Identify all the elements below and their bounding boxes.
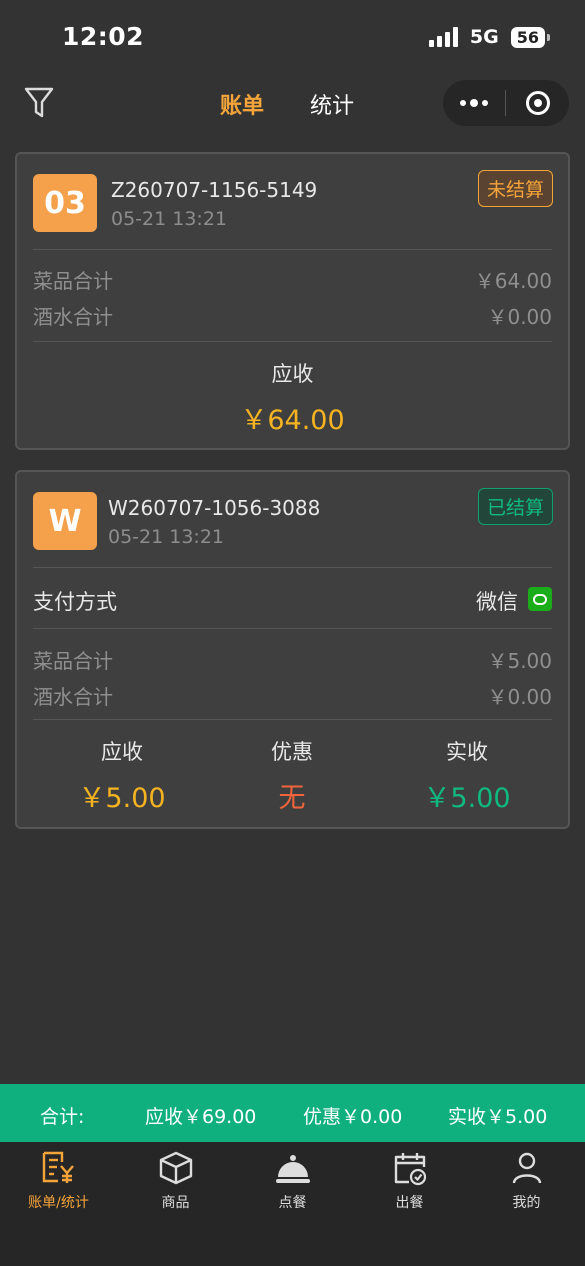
tab-order[interactable]: 点餐 — [234, 1150, 351, 1212]
divider — [33, 249, 552, 250]
status-bar: 12:02 5G 56 — [0, 0, 585, 78]
summary-actual: 实收￥5.00 — [448, 1106, 548, 1128]
more-icon[interactable] — [443, 80, 505, 126]
tab-statistics[interactable]: 统计 — [310, 88, 354, 120]
receivable-block: 应收 ￥5.00 — [47, 736, 197, 815]
receivable-label: 应收 — [271, 362, 314, 386]
dish-total-value: ￥64.00 — [474, 269, 552, 293]
dish-total-label: 菜品合计 — [33, 649, 113, 673]
order-number: Z260707-1156-5149 — [111, 178, 318, 202]
actual-value: ￥5.00 — [423, 783, 511, 814]
drink-total-label: 酒水合计 — [33, 305, 113, 329]
actual-label: 实收 — [446, 740, 488, 764]
header-tabs: 账单 统计 — [220, 88, 354, 120]
order-card[interactable]: 03 Z260707-1156-5149 05-21 13:21 未结算 菜品合… — [15, 152, 570, 450]
signal-icon — [428, 27, 458, 47]
receivable-value: ￥64.00 — [240, 405, 345, 436]
discount-value: 无 — [278, 783, 306, 814]
tab-mine[interactable]: 我的 — [468, 1150, 585, 1212]
close-target-icon[interactable] — [506, 91, 569, 115]
bill-icon — [42, 1151, 74, 1183]
table-badge: W — [33, 492, 97, 550]
table-badge: 03 — [33, 174, 97, 232]
dish-cover-icon — [275, 1155, 310, 1183]
box-icon — [159, 1151, 192, 1185]
divider — [33, 567, 552, 568]
summary-discount: 优惠￥0.00 — [303, 1106, 403, 1128]
payment-method-label: 支付方式 — [33, 590, 117, 614]
receivable-block: 应收 ￥64.00 — [17, 358, 568, 437]
wechat-icon — [528, 587, 552, 611]
tab-serve[interactable]: 出餐 — [351, 1150, 468, 1212]
dish-total-label: 菜品合计 — [33, 269, 113, 293]
status-badge-paid: 已结算 — [477, 488, 553, 525]
drink-total-value: ￥0.00 — [487, 305, 552, 329]
divider — [33, 628, 552, 629]
tab-bill-statistics[interactable]: 账单/统计 — [0, 1150, 117, 1212]
header: 账单 统计 — [0, 78, 585, 130]
user-icon — [512, 1152, 541, 1184]
drink-total-value: ￥0.00 — [487, 685, 552, 709]
dish-total-value: ￥5.00 — [487, 649, 552, 673]
tab-label: 商品 — [161, 1195, 190, 1211]
tab-goods[interactable]: 商品 — [117, 1150, 234, 1212]
mini-program-capsule — [443, 80, 569, 126]
summary-bar: 合计: 应收￥69.00 优惠￥0.00 实收￥5.00 — [0, 1084, 585, 1142]
status-indicators: 5G 56 — [428, 26, 551, 48]
tab-bill[interactable]: 账单 — [220, 88, 264, 120]
receivable-value: ￥5.00 — [78, 783, 166, 814]
status-badge-unpaid: 未结算 — [477, 170, 553, 207]
order-number: W260707-1056-3088 — [108, 496, 321, 520]
drink-total-label: 酒水合计 — [33, 685, 113, 709]
tab-label: 账单/统计 — [28, 1195, 89, 1211]
bottom-tab-bar: 账单/统计 商品 点餐 出餐 我的 — [0, 1142, 585, 1266]
actual-block: 实收 ￥5.00 — [392, 736, 542, 815]
order-card[interactable]: W W260707-1056-3088 05-21 13:21 已结算 支付方式… — [15, 470, 570, 829]
tab-label: 点餐 — [278, 1195, 307, 1211]
summary-receivable: 应收￥69.00 — [145, 1106, 257, 1128]
divider — [33, 719, 552, 720]
order-time: 05-21 13:21 — [108, 526, 225, 548]
battery-icon: 56 — [510, 26, 551, 48]
divider — [33, 341, 552, 342]
tab-label: 我的 — [512, 1195, 541, 1211]
receivable-label: 应收 — [101, 740, 143, 764]
calendar-check-icon — [394, 1153, 426, 1186]
discount-label: 优惠 — [271, 740, 313, 764]
order-time: 05-21 13:21 — [111, 208, 228, 230]
status-time: 12:02 — [62, 22, 145, 51]
filter-icon[interactable] — [24, 86, 54, 120]
summary-label: 合计: — [40, 1106, 85, 1128]
tab-label: 出餐 — [395, 1195, 424, 1211]
discount-block: 优惠 无 — [217, 736, 367, 815]
payment-method-value: 微信 — [476, 590, 518, 614]
network-label: 5G — [469, 26, 499, 48]
